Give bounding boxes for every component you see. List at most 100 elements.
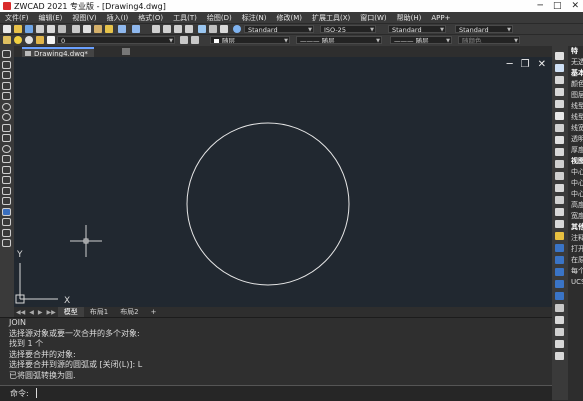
- command-line[interactable]: 命令:: [0, 385, 552, 401]
- chamfer-icon[interactable]: [555, 208, 564, 216]
- copy-object-icon[interactable]: [555, 64, 564, 72]
- layout-nav-button[interactable]: ◀◀: [14, 309, 27, 316]
- zoom-previous-icon[interactable]: [185, 25, 193, 33]
- menu-item[interactable]: 插入(I): [102, 13, 134, 23]
- polygon-icon[interactable]: [2, 81, 11, 90]
- circle-icon[interactable]: [2, 113, 11, 121]
- rectangle-icon[interactable]: [2, 92, 11, 100]
- move-icon[interactable]: [555, 112, 564, 120]
- redo-icon[interactable]: [132, 25, 140, 33]
- properties-icon[interactable]: [198, 25, 206, 33]
- menu-item[interactable]: APP+: [426, 14, 455, 22]
- polyline-icon[interactable]: [2, 71, 11, 79]
- draw-order-icon[interactable]: [555, 316, 564, 324]
- menu-item[interactable]: 修改(M): [271, 13, 307, 23]
- make-block-icon[interactable]: [2, 176, 11, 184]
- copy-icon[interactable]: [83, 25, 91, 33]
- hatch-icon[interactable]: [2, 197, 11, 205]
- layout-nav-button[interactable]: ▶▶: [44, 309, 57, 316]
- layer-select[interactable]: 0 ▼: [57, 36, 175, 44]
- stretch-icon[interactable]: [555, 148, 564, 156]
- erase-icon[interactable]: [555, 52, 564, 60]
- match-properties-icon[interactable]: [105, 25, 113, 33]
- menu-item[interactable]: 标注(N): [237, 13, 272, 23]
- document-tab[interactable]: Drawing4.dwg*: [22, 47, 94, 58]
- trim-icon[interactable]: [555, 160, 564, 168]
- measure-icon[interactable]: [555, 340, 564, 348]
- save-icon[interactable]: [25, 25, 33, 33]
- layer-lock-icon[interactable]: [36, 36, 44, 44]
- spline-icon[interactable]: [2, 134, 11, 142]
- menu-item[interactable]: 视图(V): [67, 13, 101, 23]
- menu-item[interactable]: 格式(O): [133, 13, 168, 23]
- lineweight-select[interactable]: ——— 随层 ▼: [390, 36, 452, 44]
- rotate-icon[interactable]: [555, 124, 564, 132]
- new-tab-button[interactable]: [122, 48, 130, 55]
- mtext-icon[interactable]: [2, 239, 11, 247]
- table-icon[interactable]: [2, 228, 11, 237]
- print-icon[interactable]: [36, 25, 44, 33]
- maximize-button[interactable]: □: [553, 1, 562, 11]
- menu-item[interactable]: 文件(F): [0, 13, 34, 23]
- explode-icon[interactable]: [555, 232, 564, 240]
- color-select[interactable]: 随层 ▼: [210, 36, 290, 44]
- group-icon[interactable]: [555, 328, 564, 336]
- drawing-canvas[interactable]: ─ ❐ ✕ Y X: [14, 57, 552, 307]
- extend-icon[interactable]: [555, 172, 564, 180]
- layout-tab[interactable]: 模型: [57, 307, 84, 317]
- break-icon[interactable]: [555, 184, 564, 192]
- arc-icon[interactable]: [2, 102, 11, 111]
- menu-item[interactable]: 编辑(E): [34, 13, 68, 23]
- properties-section-header[interactable]: 特: [568, 46, 583, 57]
- layout-tab[interactable]: 布局1: [84, 307, 114, 317]
- cut-icon[interactable]: [72, 25, 80, 33]
- lock-ui-icon[interactable]: [555, 292, 564, 300]
- array-icon[interactable]: [555, 100, 564, 108]
- gradient-icon[interactable]: [2, 207, 11, 216]
- ellipse-arc-icon[interactable]: [2, 155, 11, 163]
- layout-nav-button[interactable]: ▶: [36, 309, 45, 316]
- layer-manager-icon[interactable]: [3, 36, 11, 44]
- plot-style-select[interactable]: 随颜色 ▼: [458, 36, 520, 44]
- revcloud-icon[interactable]: [2, 123, 11, 132]
- linetype-select[interactable]: ——— 随层 ▼: [296, 36, 382, 44]
- properties-section-header[interactable]: 其他: [568, 222, 583, 233]
- external-ref-icon[interactable]: [555, 268, 564, 276]
- undo-icon[interactable]: [118, 25, 126, 33]
- add-layout-button[interactable]: +: [145, 307, 163, 317]
- scale-icon[interactable]: [555, 136, 564, 144]
- print-preview-icon[interactable]: [47, 25, 55, 33]
- zoom-window-icon[interactable]: [174, 25, 182, 33]
- make-current-layer-icon[interactable]: [180, 36, 188, 44]
- quick-select-icon[interactable]: [555, 304, 564, 312]
- menu-item[interactable]: 帮助(H): [392, 13, 427, 23]
- help-icon[interactable]: [233, 25, 241, 33]
- fillet-icon[interactable]: [555, 220, 564, 228]
- open-file-icon[interactable]: [14, 25, 22, 33]
- dim-style-select[interactable]: ISO-25 ▼: [320, 25, 376, 33]
- ucs-manager-icon[interactable]: [555, 280, 564, 288]
- divide-icon[interactable]: [555, 352, 564, 360]
- text-style-select[interactable]: Standard ▼: [244, 25, 314, 33]
- xline-icon[interactable]: [2, 60, 11, 69]
- publish-icon[interactable]: [58, 25, 66, 33]
- table-style-select[interactable]: Standard ▼: [388, 25, 446, 33]
- block-editor-icon[interactable]: [555, 256, 564, 264]
- pan-icon[interactable]: [152, 25, 160, 33]
- layer-on-bulb-icon[interactable]: [14, 36, 22, 44]
- properties-section-header[interactable]: 视图: [568, 156, 583, 167]
- menu-item[interactable]: 窗口(W): [355, 13, 391, 23]
- circle-entity[interactable]: [186, 122, 350, 286]
- properties-section-header[interactable]: 基本: [568, 68, 583, 79]
- menu-item[interactable]: 工具(T): [168, 13, 202, 23]
- insert-block-icon[interactable]: [2, 165, 11, 174]
- design-center-icon[interactable]: [209, 25, 217, 33]
- join-icon[interactable]: [555, 196, 564, 204]
- menu-item[interactable]: 扩展工具(X): [307, 13, 355, 23]
- layer-states-icon[interactable]: [555, 244, 564, 252]
- zoom-realtime-icon[interactable]: [163, 25, 171, 33]
- new-file-icon[interactable]: [3, 25, 11, 33]
- layout-tab[interactable]: 布局2: [114, 307, 144, 317]
- layout-nav-button[interactable]: ◀: [27, 309, 36, 316]
- line-icon[interactable]: [2, 50, 11, 58]
